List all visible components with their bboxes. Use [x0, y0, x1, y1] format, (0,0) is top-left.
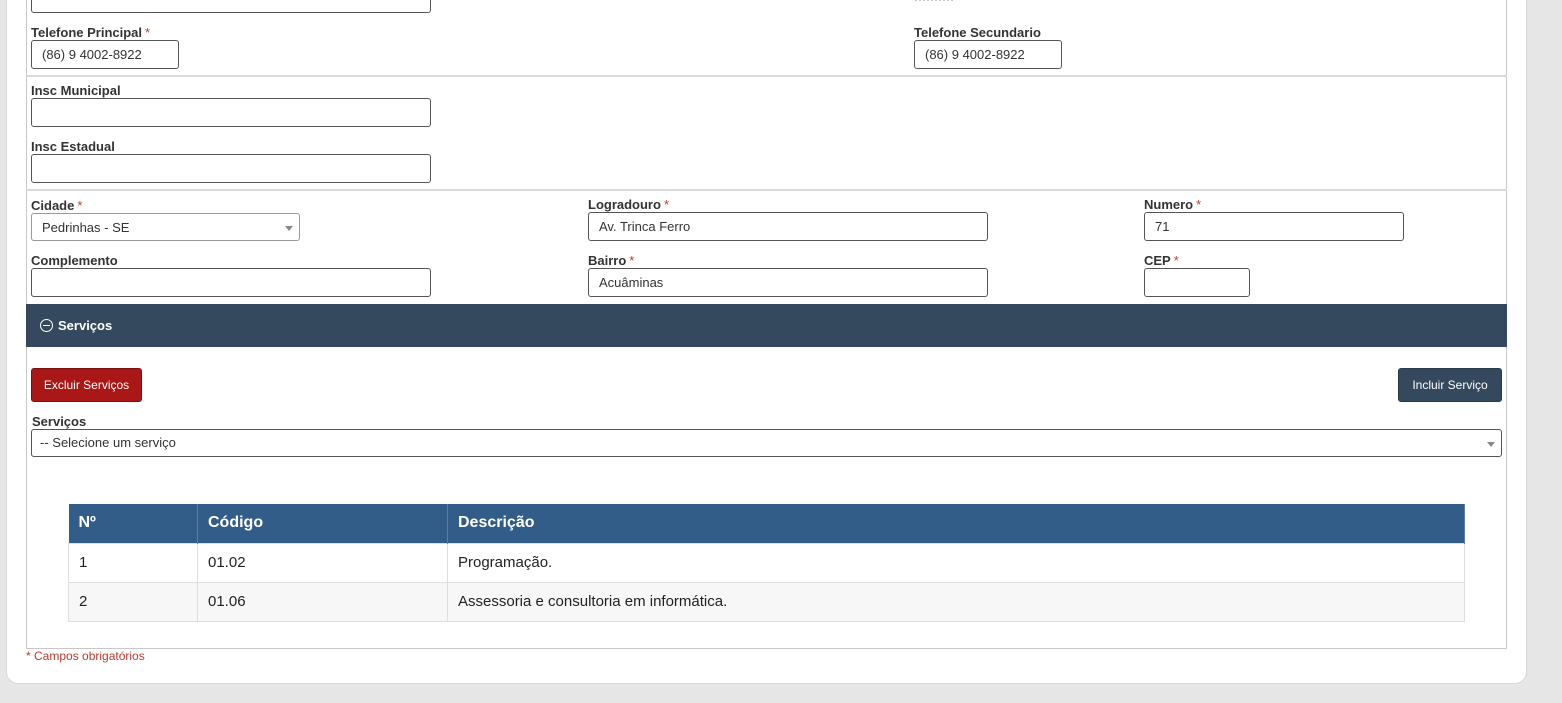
- phone-secondary-label: Telefone Secundario: [914, 25, 1041, 40]
- insc-municipal-input[interactable]: [31, 98, 431, 127]
- city-select[interactable]: Pedrinhas - SE: [31, 213, 300, 241]
- cell-number: 1: [68, 542, 198, 583]
- city-select-value: Pedrinhas - SE: [42, 220, 130, 235]
- services-section-header[interactable]: Serviços: [26, 304, 1507, 347]
- divider: [26, 75, 1507, 77]
- chevron-down-icon: [1487, 442, 1495, 447]
- services-select-label: Serviços: [32, 414, 87, 429]
- phone-primary-input[interactable]: (86) 9 4002-8922: [31, 40, 179, 69]
- cell-description: Assessoria e consultoria em informática.: [447, 581, 1465, 622]
- phone-secondary-input[interactable]: (86) 9 4002-8922: [914, 40, 1062, 69]
- cell-code: 01.02: [197, 542, 448, 583]
- phone-primary-label: Telefone Principal *: [31, 25, 151, 40]
- street-label: Logradouro *: [588, 197, 669, 212]
- complement-input[interactable]: [31, 268, 431, 297]
- delete-services-button[interactable]: Excluir Serviços: [31, 368, 142, 402]
- cep-input[interactable]: [1144, 268, 1250, 297]
- cell-description: Programação.: [447, 542, 1465, 583]
- service-select[interactable]: -- Selecione um serviço: [31, 429, 1502, 457]
- column-header-description: Descrição: [447, 504, 1465, 543]
- district-input[interactable]: Acuâminas: [588, 268, 988, 297]
- add-service-button[interactable]: Incluir Serviço: [1398, 368, 1502, 402]
- table-header-row: Nº Código Descrição: [68, 504, 1465, 543]
- district-label: Bairro *: [588, 253, 635, 268]
- form-frame-bottom: [26, 648, 1507, 649]
- column-header-number: Nº: [68, 504, 198, 543]
- services-section-title: Serviços: [58, 318, 113, 333]
- chevron-down-icon: [285, 226, 293, 231]
- table-row[interactable]: 1 01.02 Programação.: [68, 542, 1465, 583]
- required-fields-note: * Campos obrigatórios: [26, 649, 145, 663]
- number-input[interactable]: 71: [1144, 212, 1404, 241]
- cep-label: CEP *: [1144, 253, 1179, 268]
- email-field-partial[interactable]: [31, 0, 431, 13]
- street-input[interactable]: Av. Trinca Ferro: [588, 212, 988, 241]
- service-select-value: -- Selecione um serviço: [40, 435, 176, 450]
- insc-estadual-label: Insc Estadual: [31, 139, 115, 154]
- cell-number: 2: [68, 581, 198, 622]
- table-row[interactable]: 2 01.06 Assessoria e consultoria em info…: [68, 581, 1465, 622]
- insc-estadual-input[interactable]: [31, 154, 431, 183]
- column-header-code: Código: [197, 504, 448, 543]
- city-label: Cidade *: [31, 198, 83, 213]
- number-label: Numero *: [1144, 197, 1202, 212]
- collapse-icon: [40, 319, 53, 332]
- divider: [26, 189, 1507, 191]
- complement-label: Complemento: [31, 253, 118, 268]
- services-table: Nº Código Descrição 1 01.02 Programação.…: [68, 504, 1465, 622]
- insc-municipal-label: Insc Municipal: [31, 83, 121, 98]
- top-value-partial: ··········: [914, 0, 954, 6]
- cell-code: 01.06: [197, 581, 448, 622]
